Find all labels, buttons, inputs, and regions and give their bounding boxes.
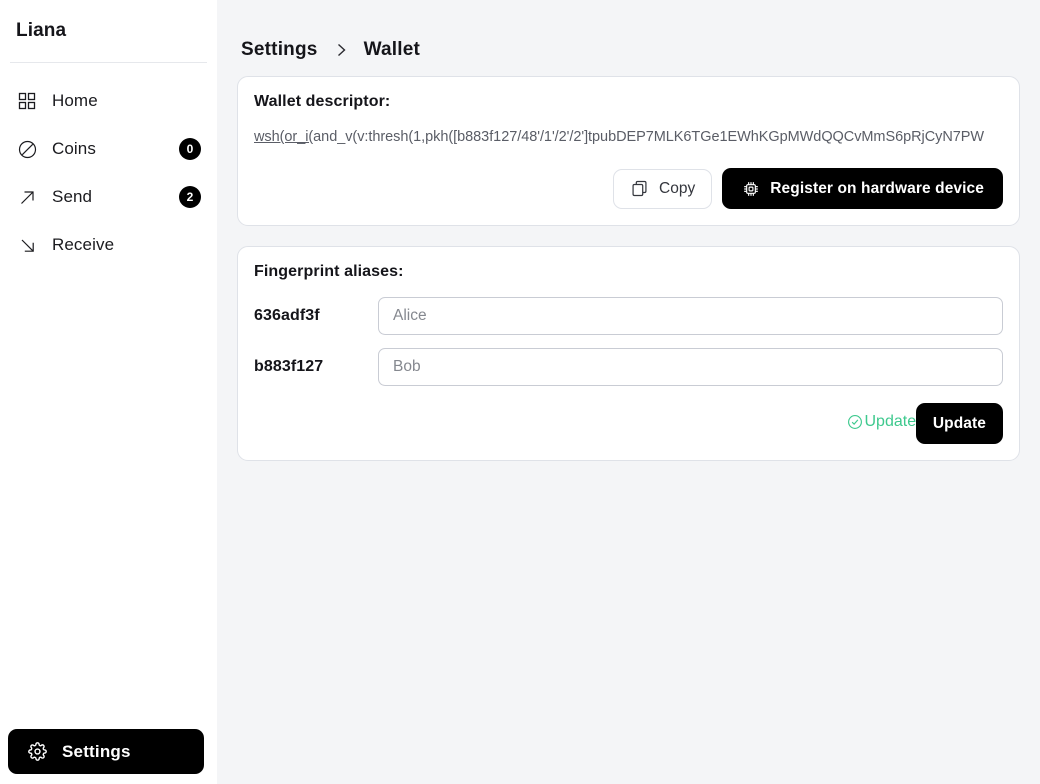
chevron-right-icon [332,41,350,59]
wallet-descriptor-value-underlined: wsh(or_i( [254,129,314,145]
alias-fingerprint-label: b883f127 [254,358,324,375]
copy-button[interactable]: Copy [613,168,713,209]
app-brand-title: Liana [16,20,67,41]
main-content: Settings Wallet Wallet descriptor: wsh(o… [217,0,1040,784]
alias-fingerprint-label: 636adf3f [254,307,320,324]
sidebar-item-send[interactable]: Send 2 [0,173,217,221]
breadcrumb: Settings Wallet [237,0,1020,76]
arrow-down-right-icon [16,234,38,256]
fingerprint-aliases-title: Fingerprint aliases: [254,263,404,280]
wallet-descriptor-card: Wallet descriptor: wsh(or_i(and_v(v:thre… [237,76,1020,226]
sidebar: Liana Home Coins 0 Send 2 Receive Settin… [0,0,217,784]
register-hardware-device-label: Register on hardware device [770,179,984,197]
breadcrumb-current-wallet: Wallet [363,39,421,60]
alias-row: b883f127 [254,348,1003,386]
sidebar-badge-coins: 0 [179,138,201,160]
circle-slash-icon [16,138,38,160]
arrow-up-right-icon [16,186,38,208]
sidebar-item-label-settings: Settings [62,741,131,761]
alias-input-636adf3f[interactable] [378,297,1003,335]
alias-row: 636adf3f [254,297,1003,335]
breadcrumb-parent-settings[interactable]: Settings [241,39,318,61]
sidebar-divider [10,62,207,63]
update-button[interactable]: Update [915,403,1003,444]
status-badge-updated: Updated [847,413,925,431]
wallet-descriptor-value[interactable]: wsh(or_i(and_v(v:thresh(1,pkh([b883f127/… [254,127,1003,147]
copy-icon [630,179,649,198]
alias-input-b883f127[interactable] [378,348,1003,386]
wallet-descriptor-value-rest: and_v(v:thresh(1,pkh([b883f127/48'/1'/2'… [313,129,985,145]
fingerprint-aliases-actions: Updated Update [254,403,1003,444]
update-button-label: Update [932,414,986,432]
sidebar-item-settings[interactable]: Settings [8,729,204,774]
chip-icon [741,179,760,198]
sidebar-badge-send: 2 [179,186,201,208]
sidebar-item-label-receive: Receive [52,235,115,254]
wallet-descriptor-actions: Copy Register on hardware device [254,168,1003,209]
check-circle-icon [847,414,864,431]
sidebar-item-label-coins: Coins [52,139,96,158]
app-root: Liana Home Coins 0 Send 2 Receive Settin… [0,0,1040,784]
sidebar-item-home[interactable]: Home [0,77,217,125]
register-hardware-device-button[interactable]: Register on hardware device [722,168,1003,209]
sidebar-item-label-send: Send [52,187,93,206]
sidebar-item-receive[interactable]: Receive [0,221,217,269]
gear-icon [26,741,48,763]
sidebar-item-coins[interactable]: Coins 0 [0,125,217,173]
sidebar-nav: Home Coins 0 Send 2 Receive [0,77,217,269]
sidebar-item-label-home: Home [52,91,98,110]
fingerprint-aliases-card: Fingerprint aliases: 636adf3f b883f127 [237,246,1020,461]
wallet-descriptor-title: Wallet descriptor: [254,93,391,110]
copy-button-label: Copy [659,179,696,197]
grid-icon [16,90,38,112]
